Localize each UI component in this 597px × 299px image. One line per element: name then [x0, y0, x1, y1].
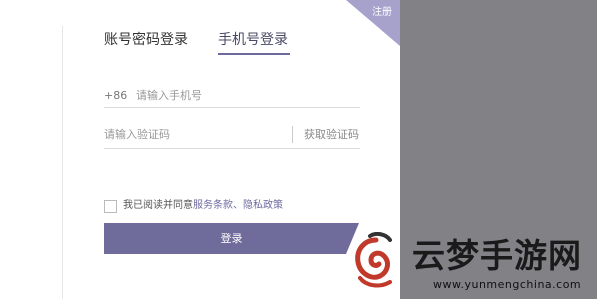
tab-sms-login[interactable]: 手机号登录: [218, 31, 288, 49]
privacy-link[interactable]: 隐私政策: [243, 200, 283, 211]
watermark-logo-icon: [355, 232, 392, 288]
agreement-separator: 、: [233, 200, 243, 211]
terms-link[interactable]: 服务条款: [193, 200, 233, 211]
panel-divider: [62, 26, 63, 299]
get-code-button[interactable]: 获取验证码: [304, 128, 359, 142]
tab-password-login[interactable]: 账号密码登录: [104, 31, 188, 49]
login-panel: 账号密码登录 手机号登录 注册 +86 请输入手机号 请输入验证码 获取验证码 …: [0, 0, 400, 299]
register-link[interactable]: 注册: [372, 6, 392, 20]
watermark-title: 云梦手游网: [412, 236, 582, 275]
active-tab-indicator: [218, 53, 290, 55]
login-button[interactable]: 登录: [104, 223, 359, 254]
phone-input-underline: [104, 107, 360, 108]
code-field-separator: [292, 126, 293, 143]
verification-code-input[interactable]: 请输入验证码: [104, 128, 170, 142]
country-code[interactable]: +86: [104, 89, 127, 103]
agreement-text: 我已阅读并同意服务条款、隐私政策: [123, 199, 283, 213]
code-input-underline: [104, 148, 360, 149]
agreement-prefix: 我已阅读并同意: [123, 200, 193, 211]
agreement-checkbox[interactable]: [104, 200, 117, 213]
phone-input[interactable]: 请输入手机号: [136, 89, 202, 103]
watermark-url: www.yunmengchina.com: [433, 278, 582, 291]
